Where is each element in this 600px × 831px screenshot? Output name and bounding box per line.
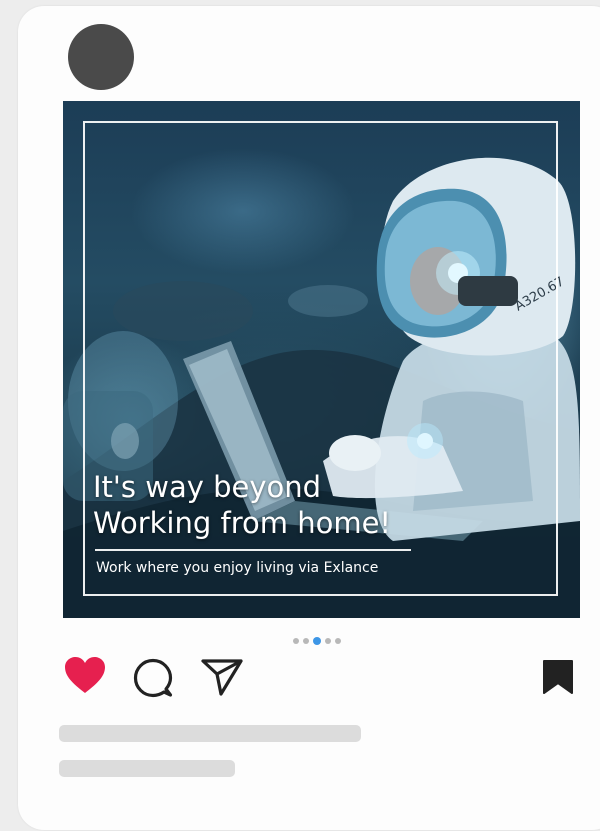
headline-divider [95, 549, 411, 551]
caption-placeholder [59, 725, 361, 742]
carousel-dot-active[interactable] [313, 637, 321, 645]
post-headline: It's way beyond Working from home! [93, 469, 391, 541]
carousel-dot[interactable] [293, 638, 299, 644]
post-card: A320.67 It's way beyond Working from hom… [18, 6, 600, 830]
headline-line-2: Working from home! [93, 506, 392, 540]
carousel-indicator [293, 637, 341, 645]
carousel-dot[interactable] [335, 638, 341, 644]
carousel-dot[interactable] [303, 638, 309, 644]
headline-line-1: It's way beyond [93, 470, 322, 504]
post-image[interactable]: A320.67 It's way beyond Working from hom… [63, 101, 580, 618]
paper-plane-icon[interactable] [201, 658, 243, 696]
avatar[interactable] [68, 24, 134, 90]
caption-placeholder-short [59, 760, 235, 777]
post-subline: Work where you enjoy living via Exlance [96, 560, 379, 576]
heart-icon[interactable] [64, 656, 106, 694]
bookmark-icon[interactable] [542, 659, 574, 695]
comment-icon[interactable] [133, 658, 173, 698]
carousel-dot[interactable] [325, 638, 331, 644]
